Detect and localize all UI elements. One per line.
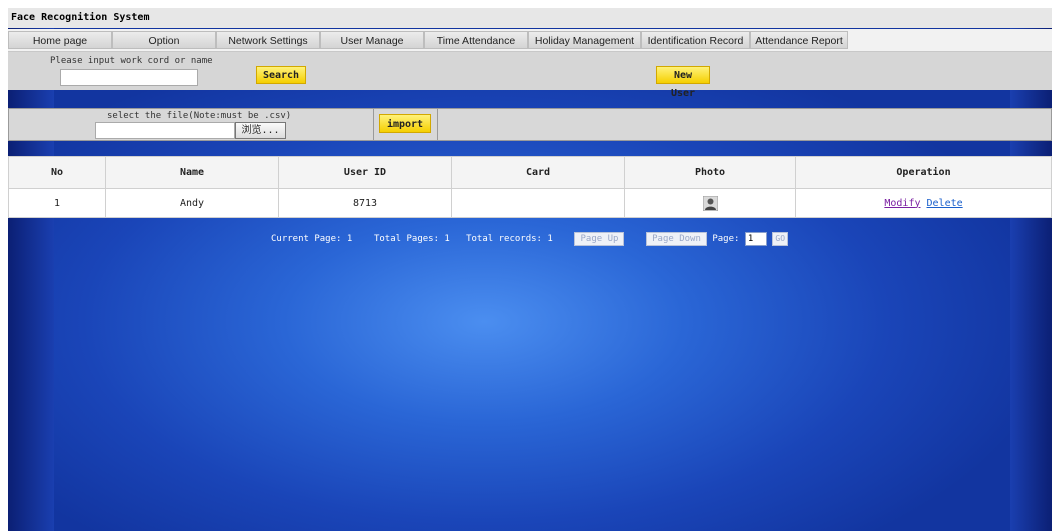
current-page-text: Current Page: 1 <box>271 234 353 244</box>
page-down-button[interactable]: Page Down <box>646 232 707 246</box>
cell-card <box>451 188 625 218</box>
nav-identification-record[interactable]: Identification Record <box>641 31 750 49</box>
nav-holiday-management[interactable]: Holiday Management <box>528 31 641 49</box>
nav-option[interactable]: Option <box>112 31 216 49</box>
app-title: Face Recognition System <box>8 8 1052 28</box>
go-button[interactable]: GO <box>772 232 789 246</box>
total-pages-text: Total Pages: 1 <box>373 234 450 244</box>
nav-time-attendance[interactable]: Time Attendance <box>424 31 528 49</box>
file-path-field[interactable] <box>95 122 235 139</box>
browse-button[interactable]: 浏览... <box>235 122 286 139</box>
nav-attendance-report[interactable]: Attendance Report <box>750 31 848 49</box>
col-photo: Photo <box>624 156 796 189</box>
col-name: Name <box>105 156 279 189</box>
delete-link[interactable]: Delete <box>927 198 963 209</box>
main-nav: Home page Option Network Settings User M… <box>8 29 1052 52</box>
col-user-id: User ID <box>278 156 452 189</box>
nav-home-page[interactable]: Home page <box>8 31 112 49</box>
cell-operation: Modify Delete <box>795 188 1052 218</box>
app-frame: Face Recognition System Home page Option… <box>8 8 1052 531</box>
search-input[interactable] <box>60 69 198 86</box>
nav-network-settings[interactable]: Network Settings <box>216 31 320 49</box>
import-label: select the file(Note:must be .csv) <box>107 111 292 121</box>
pagination: Current Page: 1 Total Pages: 1 Total rec… <box>271 231 789 247</box>
cell-no: 1 <box>8 188 106 218</box>
total-records-text: Total records: 1 <box>466 234 553 244</box>
search-toolbar: Please input work cord or name Search Ne… <box>8 52 1052 99</box>
user-avatar-icon[interactable] <box>702 195 718 211</box>
table-row: 1 Andy 8713 Modify Delete <box>8 188 1052 218</box>
import-bar: select the file(Note:must be .csv) 浏览...… <box>8 108 1052 141</box>
col-card: Card <box>451 156 625 189</box>
col-no: No <box>8 156 106 189</box>
col-operation: Operation <box>795 156 1052 189</box>
nav-user-manage[interactable]: User Manage <box>320 31 424 49</box>
new-user-button[interactable]: New User <box>656 66 710 99</box>
page-label: Page: <box>712 234 740 244</box>
cell-user-id: 8713 <box>278 188 452 218</box>
modify-link[interactable]: Modify <box>884 198 920 209</box>
cell-name: Andy <box>105 188 279 218</box>
page-up-button[interactable]: Page Up <box>574 232 625 246</box>
import-button[interactable]: import <box>379 114 431 133</box>
page-number-input[interactable]: 1 <box>744 232 767 246</box>
users-table: No Name User ID Card Photo Operation 1 A… <box>8 156 1052 218</box>
search-label: Please input work cord or name <box>50 56 213 66</box>
table-header-row: No Name User ID Card Photo Operation <box>8 156 1052 189</box>
cell-photo <box>624 188 796 218</box>
search-button[interactable]: Search <box>256 66 306 84</box>
